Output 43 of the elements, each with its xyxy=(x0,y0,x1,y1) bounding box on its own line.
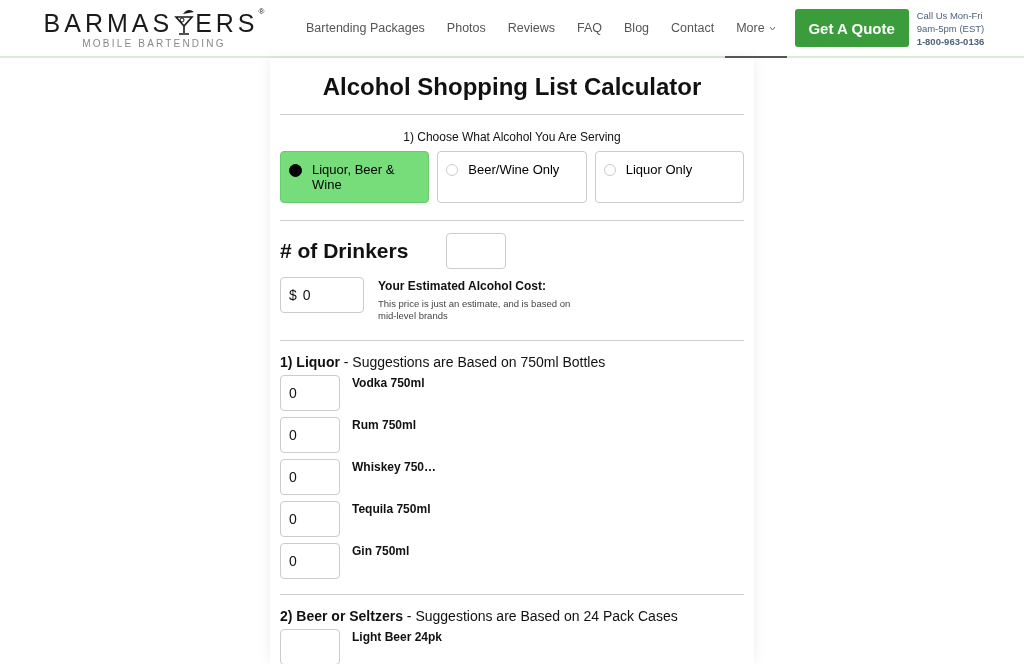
quantity-input[interactable]: 0 xyxy=(280,416,340,453)
item-label: Vodka 750ml xyxy=(352,375,425,392)
drinkers-label: # of Drinkers xyxy=(280,239,410,263)
quantity-input[interactable]: 0 xyxy=(280,458,340,495)
logo-text: BARMAS xyxy=(43,10,174,36)
logo-tagline: MOBILE BARTENDING xyxy=(82,37,226,49)
cost-label: Your Estimated Alcohol Cost: xyxy=(378,279,547,293)
section-heading: 2) Beer or Seltzers - Suggestions are Based on 24 Pack Cases xyxy=(280,607,679,624)
registered-mark: ® xyxy=(258,7,265,16)
item-label: Tequila 750ml xyxy=(352,501,431,518)
nav-link[interactable]: Photos xyxy=(435,0,497,58)
radio-icon xyxy=(603,164,616,176)
item-label: Gin 750ml xyxy=(352,543,410,560)
alcohol-option[interactable]: Beer/Wine Only xyxy=(437,151,587,203)
item-label: Light Beer 24pk xyxy=(352,629,443,646)
phone-number: 1-800-963-0136 xyxy=(916,35,985,47)
quantity-input[interactable]: 0 xyxy=(280,500,340,537)
alcohol-option[interactable]: Liquor Only xyxy=(594,151,744,203)
step-label: 1) Choose What Alcohol You Are Serving xyxy=(402,130,622,144)
nav-link[interactable]: Contact xyxy=(660,0,726,58)
nav-link[interactable]: Blog xyxy=(613,0,661,58)
nav-link[interactable]: FAQ xyxy=(566,0,614,58)
quantity-input[interactable] xyxy=(280,628,340,664)
caret-icon xyxy=(768,25,776,31)
cocktail-glass-icon xyxy=(173,7,196,36)
item-label: Rum 750ml xyxy=(352,417,417,434)
alcohol-option[interactable]: Liquor, Beer & Wine xyxy=(280,151,430,203)
section-heading: 1) Liquor - Suggestions are Based on 750ml Bottles xyxy=(280,353,607,370)
radio-icon xyxy=(446,164,459,176)
nav-link[interactable]: Bartending Packages xyxy=(295,0,436,58)
nav-link[interactable]: Reviews xyxy=(496,0,566,58)
logo-text: ERS xyxy=(195,10,259,36)
quantity-input[interactable]: 0 xyxy=(280,374,340,411)
cost-field[interactable]: $ 0 xyxy=(280,277,364,313)
get-quote-button[interactable]: Get A Quote xyxy=(794,9,909,47)
contact-text: Call Us Mon-Fri xyxy=(916,9,984,21)
contact-text: 9am-5pm (EST) xyxy=(916,22,985,34)
item-label: Whiskey 750… xyxy=(352,459,437,476)
drinkers-input[interactable] xyxy=(446,233,506,269)
page-title: Alcohol Shopping List Calculator xyxy=(280,58,744,115)
cost-note: This price is just an estimate, and is based on mid-level brands xyxy=(378,298,572,322)
radio-icon xyxy=(289,164,302,177)
quantity-input[interactable]: 0 xyxy=(280,542,340,579)
